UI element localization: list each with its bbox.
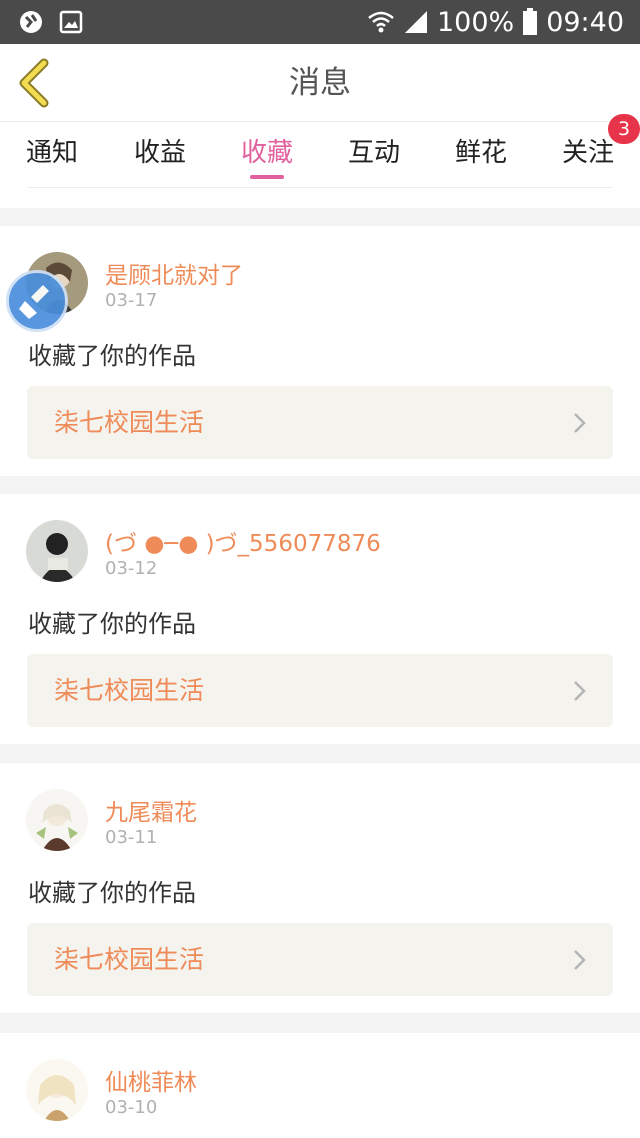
username[interactable]: 仙桃菲林 (105, 1063, 197, 1097)
tab-notify[interactable]: 通知 (7, 122, 97, 188)
status-bar: 100% 09:40 (0, 0, 640, 44)
tab-flowers[interactable]: 鲜花 (436, 122, 526, 188)
notification-card: 九尾霜花 03-11 收藏了你的作品 柒七校园生活 (0, 763, 640, 1013)
wifi-icon (368, 11, 394, 33)
tabs-divider (28, 187, 612, 188)
message-text: 收藏了你的作品 (28, 610, 196, 638)
notification-card: 是顾北就对了 03-17 收藏了你的作品 柒七校园生活 (0, 226, 640, 476)
chevron-right-icon (574, 950, 586, 970)
work-link[interactable]: 柒七校园生活 (27, 386, 613, 459)
date: 03-12 (105, 558, 158, 579)
notification-card: (づ ●─● )づ_556077876 03-12 收藏了你的作品 柒七校园生活 (0, 494, 640, 744)
active-tab-indicator (250, 175, 284, 179)
tab-bar: 通知 收益 收藏 互动 鲜花 关注 (0, 122, 640, 208)
date: 03-10 (105, 1097, 158, 1118)
avatar[interactable] (26, 520, 88, 582)
chevron-right-icon (574, 413, 586, 433)
date: 03-11 (105, 827, 158, 848)
username[interactable]: 是顾北就对了 (105, 256, 243, 290)
battery-icon (523, 8, 538, 35)
work-title: 柒七校园生活 (54, 408, 205, 437)
floating-broom-button[interactable] (6, 270, 68, 332)
work-title: 柒七校园生活 (54, 676, 205, 705)
tab-earnings[interactable]: 收益 (115, 122, 205, 188)
battery-percent: 100% (436, 6, 515, 38)
chevron-right-icon (574, 681, 586, 701)
avatar[interactable] (26, 789, 88, 851)
message-text: 收藏了你的作品 (28, 879, 196, 907)
signal-icon (404, 11, 427, 33)
tab-interaction[interactable]: 互动 (329, 122, 419, 188)
work-title: 柒七校园生活 (54, 945, 205, 974)
date: 03-17 (105, 290, 158, 311)
message-text: 收藏了你的作品 (28, 342, 196, 370)
clock: 09:40 (546, 6, 624, 38)
app-icon (20, 11, 42, 33)
broom-icon (19, 285, 49, 319)
work-link[interactable]: 柒七校园生活 (27, 654, 613, 727)
follow-badge: 3 (608, 114, 640, 144)
avatar[interactable] (26, 1059, 88, 1121)
notification-card: 仙桃菲林 03-10 (0, 1033, 640, 1138)
username[interactable]: (づ ●─● )づ_556077876 (105, 524, 381, 558)
username[interactable]: 九尾霜花 (105, 793, 197, 827)
page-title: 消息 (289, 65, 351, 101)
image-icon (59, 10, 83, 34)
work-link[interactable]: 柒七校园生活 (27, 923, 613, 996)
header: 消息 (0, 44, 640, 122)
